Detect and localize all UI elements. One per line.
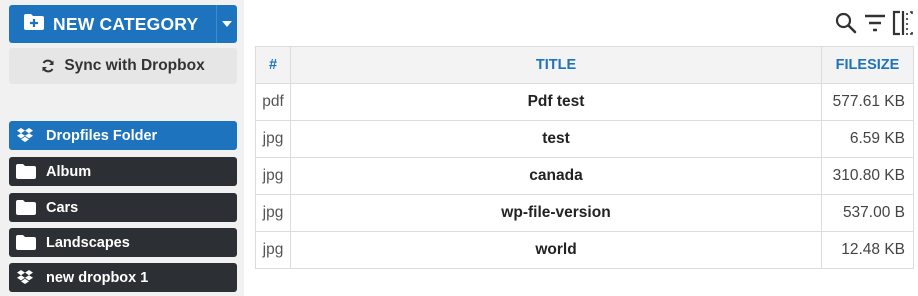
folder-icon	[16, 235, 42, 250]
folder-item-dropfiles[interactable]: Dropfiles Folder	[9, 121, 237, 150]
sync-label: Sync with Dropbox	[64, 57, 205, 74]
table-toolbar	[834, 10, 914, 36]
cell-title[interactable]: wp-file-version	[290, 194, 822, 232]
cell-filesize: 310.80 KB	[821, 157, 914, 195]
dropbox-icon	[16, 269, 42, 286]
dropbox-icon	[16, 127, 42, 144]
folder-name: new dropbox 1	[46, 269, 149, 286]
table-row[interactable]: jpg test 6.59 KB	[255, 120, 914, 158]
folder-item-landscapes[interactable]: Landscapes	[9, 228, 237, 257]
files-table: # TITLE FILESIZE pdf Pdf test 577.61 KB …	[255, 46, 914, 269]
table-row[interactable]: jpg world 12.48 KB	[255, 231, 914, 269]
header-title[interactable]: TITLE	[290, 46, 822, 84]
table-header-row: # TITLE FILESIZE	[255, 46, 914, 84]
new-category-main[interactable]: NEW CATEGORY	[9, 5, 216, 43]
header-ext[interactable]: #	[255, 46, 291, 84]
table-row[interactable]: jpg canada 310.80 KB	[255, 157, 914, 195]
folder-icon	[16, 164, 42, 179]
folder-name: Landscapes	[46, 234, 130, 251]
cell-ext: jpg	[255, 194, 291, 232]
cell-ext: jpg	[255, 120, 291, 158]
cell-filesize: 12.48 KB	[821, 231, 914, 269]
folder-item-album[interactable]: Album	[9, 157, 237, 186]
table-row[interactable]: jpg wp-file-version 537.00 B	[255, 194, 914, 232]
cell-ext: jpg	[255, 157, 291, 195]
cell-ext: pdf	[255, 83, 291, 121]
folder-item-new-dropbox-1[interactable]: new dropbox 1	[9, 263, 237, 292]
cell-ext: jpg	[255, 231, 291, 269]
folder-name: Dropfiles Folder	[46, 127, 158, 144]
new-category-label: NEW CATEGORY	[53, 13, 199, 34]
sidebar: NEW CATEGORY Sync with Dropbox Dropfiles…	[0, 0, 244, 296]
cell-title[interactable]: test	[290, 120, 822, 158]
search-icon[interactable]	[834, 11, 858, 35]
folder-icon	[16, 200, 42, 215]
sync-dropbox-button[interactable]: Sync with Dropbox	[9, 48, 237, 84]
cell-title[interactable]: canada	[290, 157, 822, 195]
cell-filesize: 577.61 KB	[821, 83, 914, 121]
refresh-icon	[42, 59, 54, 73]
caret-down-icon[interactable]	[217, 5, 237, 43]
filter-icon[interactable]	[863, 11, 887, 35]
new-category-button[interactable]: NEW CATEGORY	[9, 5, 237, 43]
cell-title[interactable]: Pdf test	[290, 83, 822, 121]
cell-filesize: 6.59 KB	[821, 120, 914, 158]
columns-icon[interactable]	[892, 10, 914, 36]
header-filesize[interactable]: FILESIZE	[821, 46, 914, 84]
cell-title[interactable]: world	[290, 231, 822, 269]
cell-filesize: 537.00 B	[821, 194, 914, 232]
folder-item-cars[interactable]: Cars	[9, 193, 237, 222]
folder-plus-icon	[23, 13, 45, 36]
folder-name: Cars	[46, 199, 79, 216]
folder-name: Album	[46, 163, 92, 180]
table-row[interactable]: pdf Pdf test 577.61 KB	[255, 83, 914, 121]
